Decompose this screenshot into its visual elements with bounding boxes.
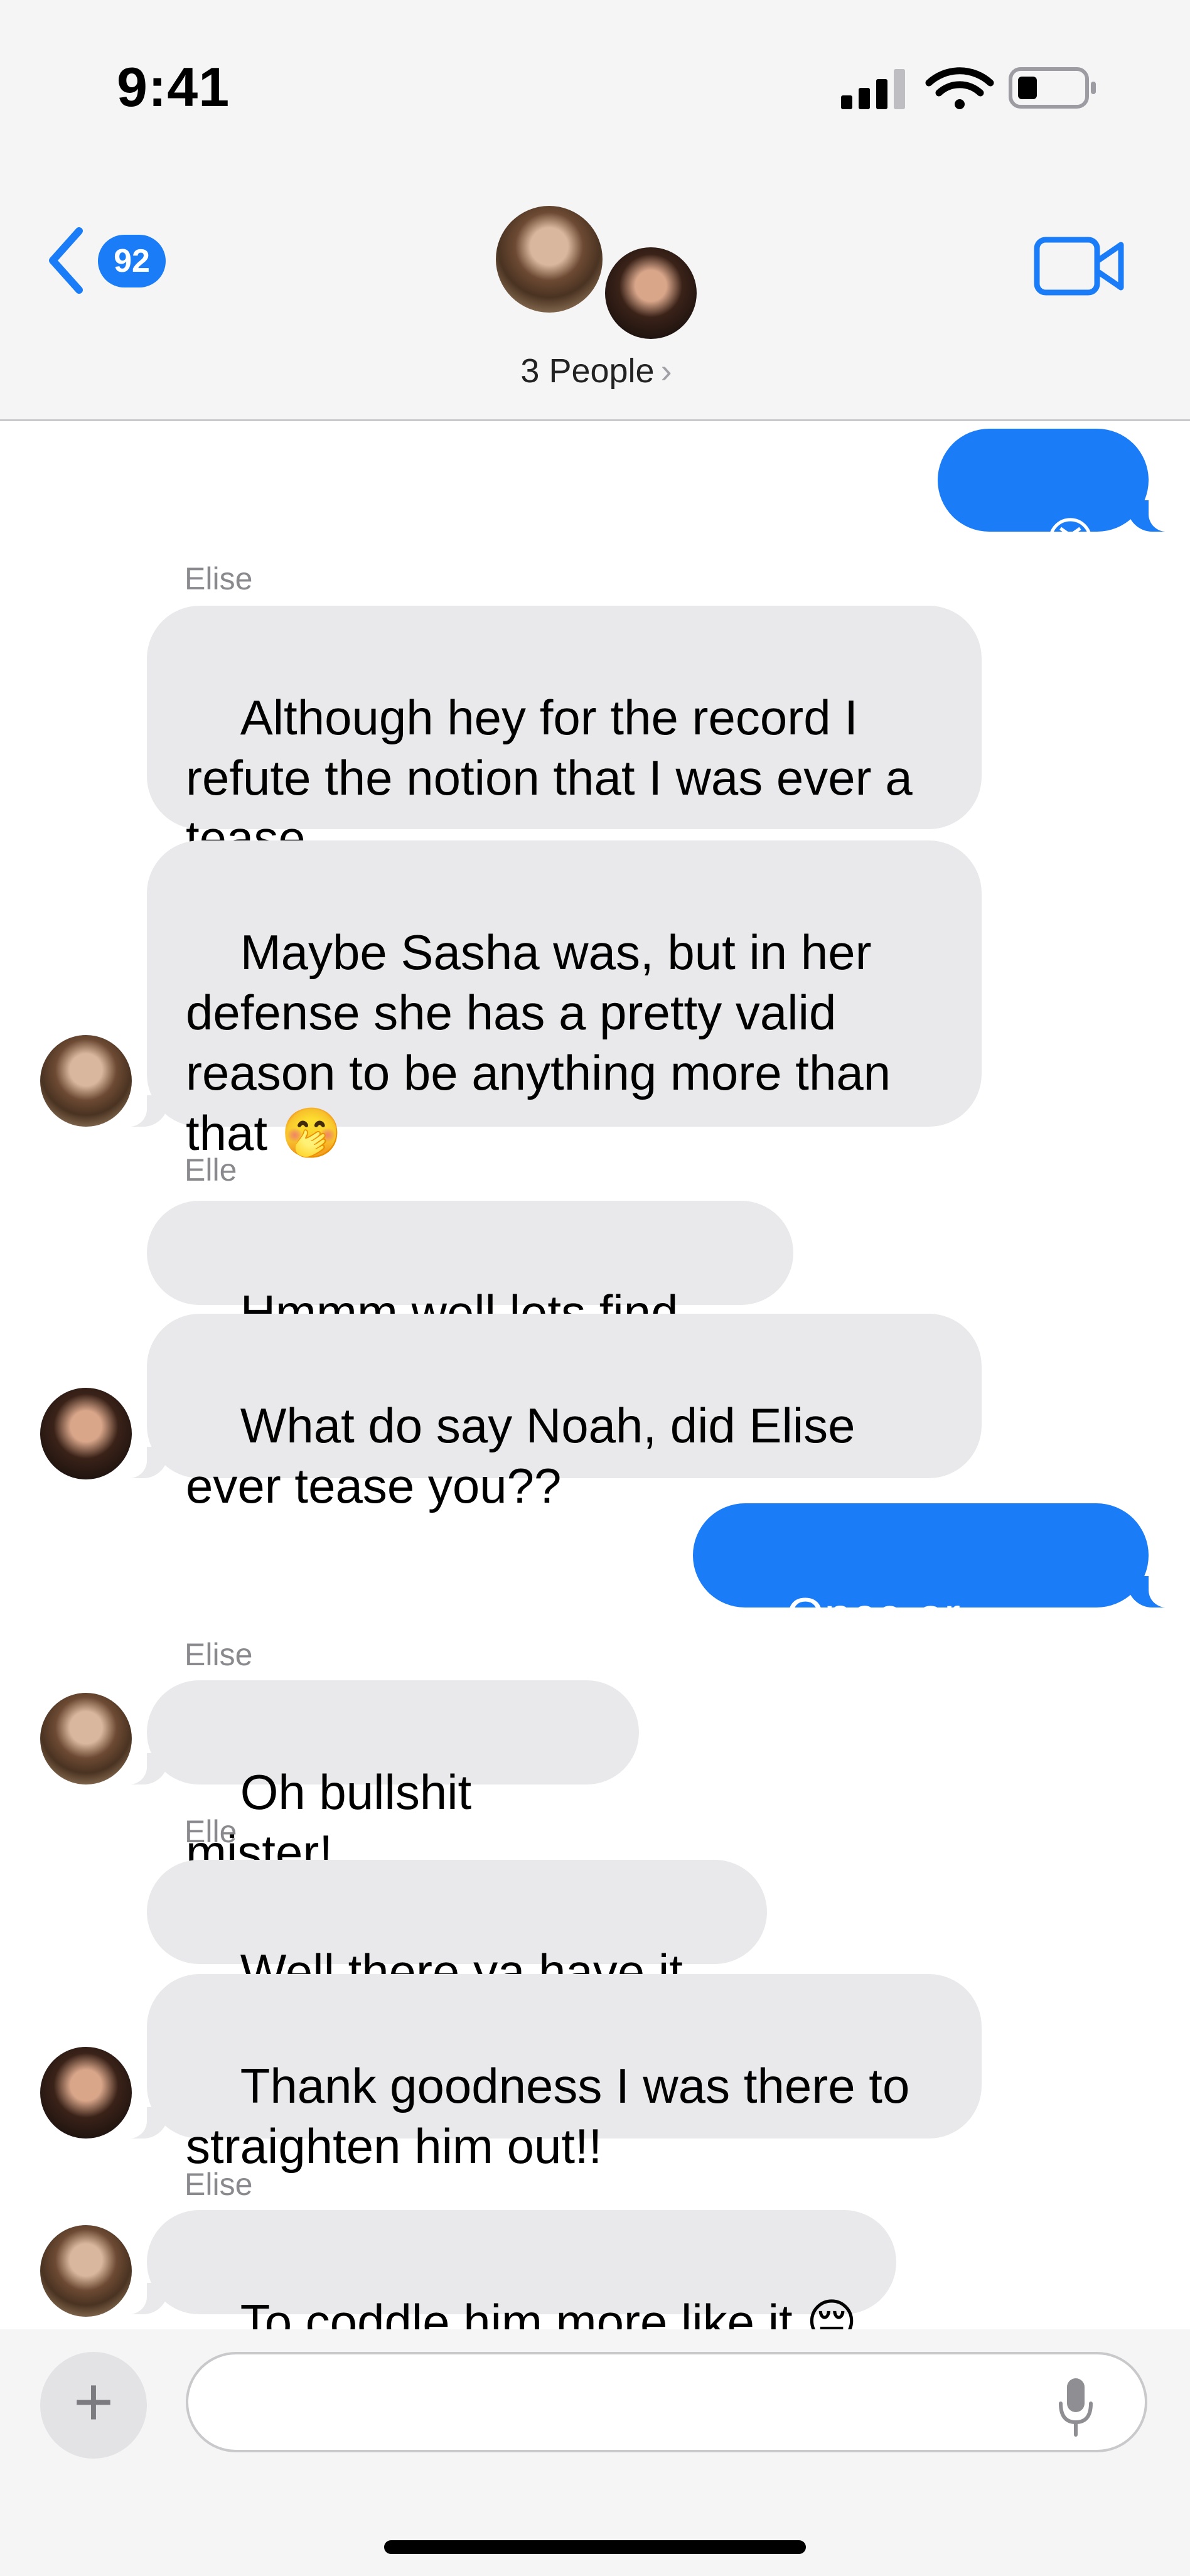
- message-bubble-incoming[interactable]: Although hey for the record I refute the…: [147, 606, 982, 866]
- home-indicator: [384, 2540, 806, 2554]
- chevron-right-icon: ›: [660, 352, 672, 390]
- group-avatars[interactable]: [496, 202, 703, 346]
- message-bubble-incoming[interactable]: What do say Noah, did Elise ever tease y…: [117, 1314, 982, 1513]
- message-list[interactable]: 😫😫 Elise Although hey for the record I r…: [0, 421, 1190, 2349]
- wifi-icon: [925, 67, 994, 109]
- status-icons: [841, 67, 1096, 109]
- sender-name: Elise: [185, 1637, 253, 1672]
- back-button[interactable]: 92: [44, 226, 182, 301]
- status-time: 9:41: [117, 56, 230, 118]
- group-details-link[interactable]: 3 People ›: [439, 352, 753, 390]
- avatar: [605, 247, 697, 339]
- compose-bar: +: [0, 2329, 1190, 2576]
- signal-icon: [841, 69, 905, 109]
- back-chevron-icon: [49, 227, 83, 294]
- microphone-icon[interactable]: [1057, 2376, 1095, 2439]
- battery-icon: [1009, 67, 1096, 109]
- message-bubble-outgoing[interactable]: Once or twice....: [693, 1503, 1179, 1703]
- message-bubble-incoming[interactable]: Maybe Sasha was, but in her defense she …: [117, 840, 982, 1161]
- add-attachment-button[interactable]: +: [40, 2352, 147, 2459]
- video-call-icon[interactable]: [1033, 231, 1127, 300]
- avatar[interactable]: [40, 1035, 132, 1127]
- message-input[interactable]: [186, 2352, 1147, 2452]
- message-bubble-incoming[interactable]: Thank goodness I was there to straighten…: [117, 1974, 982, 2174]
- avatar[interactable]: [40, 1388, 132, 1479]
- message-bubble-incoming[interactable]: To coddle him more like it 😔: [117, 2210, 896, 2349]
- group-label: 3 People: [520, 352, 655, 390]
- plus-icon: +: [73, 2363, 114, 2440]
- avatar: [496, 206, 603, 313]
- message-bubble-outgoing[interactable]: 😫😫: [938, 429, 1179, 628]
- avatar[interactable]: [40, 2047, 132, 2139]
- sender-name: Elise: [185, 561, 253, 596]
- sender-name: Elise: [185, 2167, 253, 2202]
- conversation-header: 9:41 92 3 People ›: [0, 0, 1190, 421]
- avatar[interactable]: [40, 2225, 132, 2317]
- unread-count-badge: 92: [98, 235, 166, 287]
- avatar[interactable]: [40, 1693, 132, 1784]
- sender-name: Elle: [185, 1814, 237, 1849]
- message-bubble-incoming[interactable]: Hmmm well lets find out!: [147, 1201, 793, 1400]
- message-bubble-incoming[interactable]: Well there ya have it 🤷‍♀️: [147, 1860, 767, 2059]
- sender-name: Elle: [185, 1152, 237, 1188]
- message-bubble-incoming[interactable]: Oh bullshit mister!: [117, 1680, 639, 1880]
